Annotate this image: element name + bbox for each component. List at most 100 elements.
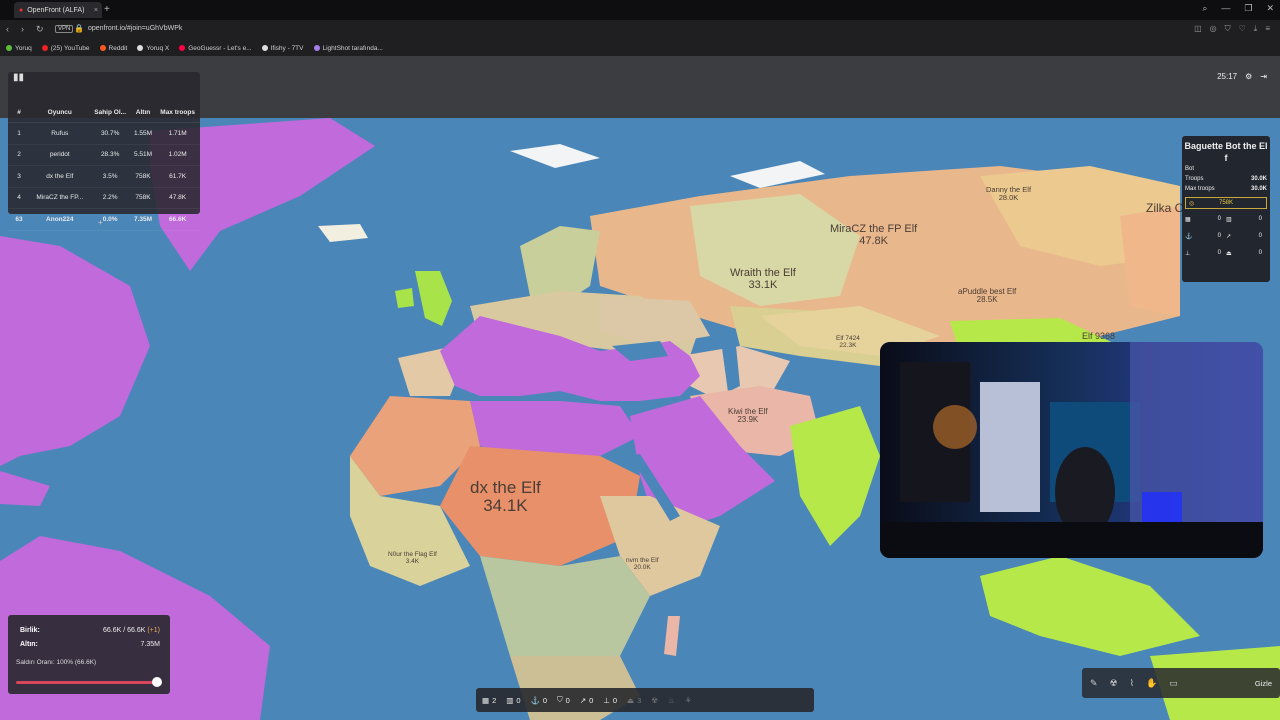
attack-ratio-handle[interactable] xyxy=(152,677,162,687)
webcam-image xyxy=(880,342,1263,558)
gear-icon[interactable]: ⚙ xyxy=(1245,72,1252,81)
download-icon[interactable]: ⤓ xyxy=(1254,24,1258,34)
leaderboard-table: # Oyuncu Sahip Ol... Altın Max troops 1 … xyxy=(8,102,200,231)
leaderboard-row[interactable]: 2 peridot 28.3% 5.51M 1.02M xyxy=(8,144,200,166)
bookmark-item[interactable]: (25) YouTube xyxy=(41,44,90,52)
player-cell: peridot xyxy=(30,144,90,166)
bookmark-item[interactable]: Yoruq xyxy=(6,45,32,52)
build-sam-button[interactable]: ⊥ 0 xyxy=(603,696,617,705)
vpn-badge[interactable]: VPN xyxy=(55,25,74,33)
gold-cell: 7.35M xyxy=(130,208,156,231)
owned-cell: 30.7% xyxy=(89,122,131,145)
anchor-icon: ⚓ xyxy=(530,695,540,705)
menu-icon[interactable]: ≡ xyxy=(1265,24,1270,34)
address-bar: ‹ › ↻ VPN 🔒 openfront.io/#join=uGhVbWPk … xyxy=(0,20,1280,40)
browser-tab-bar: ● OpenFront (ALFA) × + ⌕ — ❐ ✕ xyxy=(0,0,1280,20)
pencil-icon[interactable]: ✎ xyxy=(1090,678,1098,689)
hydrogen-bomb-button[interactable]: ♨ xyxy=(668,696,675,705)
bookmark-item[interactable]: Yoruq X xyxy=(137,45,169,52)
reload-icon[interactable]: ↻ xyxy=(36,24,44,35)
troops-row: Troops 30.0K xyxy=(1182,174,1270,184)
leaderboard-expand-button[interactable]: + xyxy=(98,218,103,227)
lock-icon[interactable]: 🔒 xyxy=(74,24,84,33)
gold-cell: 758K xyxy=(130,187,156,209)
bookmark-item[interactable]: GeoGuessr - Let's e... xyxy=(179,45,252,52)
browser-tab[interactable]: ● OpenFront (ALFA) × xyxy=(14,2,102,18)
ireland xyxy=(395,288,414,308)
bookmark-icon[interactable]: ♡ xyxy=(1239,24,1246,34)
exit-icon[interactable]: ⇥ xyxy=(1260,72,1267,81)
maximize-icon[interactable]: ❐ xyxy=(1244,3,1252,14)
troops-gain: (+1) xyxy=(147,626,160,634)
map-label: nvm the Elf 20.0K xyxy=(626,557,659,572)
build-missile-silo-button[interactable]: ↗ 0 xyxy=(580,696,593,705)
rank-cell: 4 xyxy=(8,187,30,209)
warship-icon: ⏏ xyxy=(1226,251,1232,258)
extension-icon[interactable]: ◫ xyxy=(1194,24,1202,34)
bookmark-label: (25) YouTube xyxy=(50,44,90,52)
bookmark-item[interactable]: LightShot tarafında... xyxy=(313,45,383,52)
tools-panel: ✎ ☢ ⌇ ✋ ▭ Gizle xyxy=(1082,668,1280,698)
forward-icon[interactable]: › xyxy=(21,24,24,35)
minimize-icon[interactable]: — xyxy=(1221,3,1230,14)
leaderboard-row[interactable]: 4 MiraCZ the FP... 2.2% 758K 47.8K xyxy=(8,187,200,209)
search-icon[interactable]: ⌕ xyxy=(1202,3,1207,14)
troops-label: Birlik: xyxy=(20,626,40,634)
url-field[interactable]: openfront.io/#join=uGhVbWPk xyxy=(88,25,182,32)
header-owned[interactable]: Sahip Ol... xyxy=(89,102,131,123)
rank-cell: 63 xyxy=(8,208,30,231)
owned-cell: 28.3% xyxy=(89,144,131,166)
header-player[interactable]: Oyuncu xyxy=(30,102,90,123)
header-troops[interactable]: Max troops xyxy=(155,102,200,123)
chat-icon[interactable]: ▭ xyxy=(1169,678,1178,689)
game-viewport[interactable]: dx the Elf 34.1K MiraCZ the FP Elf 47.8K… xyxy=(0,56,1280,720)
brush-icon[interactable]: ⌇ xyxy=(1130,678,1134,689)
north-america-territory xyxy=(0,236,150,466)
top-right-controls: 25:17 ⚙ ⇥ xyxy=(1217,72,1267,81)
build-warship-button[interactable]: ⏏ 3 xyxy=(627,696,641,705)
leaderboard-row[interactable]: 1 Rufus 30.7% 1.55M 1.71M xyxy=(8,122,200,145)
mirv-button[interactable]: ⚘ xyxy=(685,696,692,705)
player-type-row: Bot xyxy=(1182,164,1270,174)
radiation-icon[interactable]: ☢ xyxy=(1110,678,1118,689)
player-cell: Anon224 xyxy=(30,208,90,231)
bookmark-item[interactable]: Reddit xyxy=(99,45,127,52)
factory-count: 0 xyxy=(516,695,521,705)
build-factory-button[interactable]: ▥ 0 xyxy=(506,696,520,705)
build-defense-button[interactable]: ⛉ 0 xyxy=(557,695,570,705)
map-label-troops: 23.9K xyxy=(737,415,759,425)
map-label-troops: 33.1K xyxy=(748,278,778,291)
missile-count: 0 xyxy=(1258,233,1262,240)
bookmark-favicon-icon xyxy=(313,45,320,51)
header-rank[interactable]: # xyxy=(8,102,30,123)
build-city-button[interactable]: ▦ 2 xyxy=(482,696,496,705)
atom-bomb-button[interactable]: ☢ xyxy=(651,696,658,705)
tab-close-icon[interactable]: × xyxy=(94,7,98,14)
back-icon[interactable]: ‹ xyxy=(6,24,9,35)
missile-icon: ↗ xyxy=(1226,234,1232,241)
new-tab-button[interactable]: + xyxy=(104,4,110,15)
mirv-icon: ⚘ xyxy=(684,695,692,705)
map-label: aPuddle best Elf 28.5K xyxy=(958,287,1016,305)
handshake-icon[interactable]: ✋ xyxy=(1146,678,1157,689)
player-info-panel: Baguette Bot the El f Bot Troops 30.0K Ma… xyxy=(1182,136,1270,282)
leaderboard-row[interactable]: 3 dx the Elf 3.5% 758K 61.7K xyxy=(8,165,200,188)
warship-count: 3 xyxy=(637,695,642,705)
camera-icon[interactable]: ◎ xyxy=(1210,24,1217,34)
shield-icon[interactable]: ⛉ xyxy=(1225,24,1231,34)
build-port-button[interactable]: ⚓ 0 xyxy=(531,696,548,705)
leaderboard-row-self[interactable]: 63 Anon224 0.0% 7.35M 66.6K xyxy=(8,208,200,231)
attack-ratio-slider[interactable] xyxy=(16,681,156,684)
hide-button[interactable]: Gizle xyxy=(1255,679,1272,688)
bookmark-label: Yoruq xyxy=(15,44,32,52)
owned-cell: 0.0% xyxy=(89,208,131,231)
map-label-troops: 34.1K xyxy=(483,495,528,515)
max-troops-value: 30.0K xyxy=(1250,186,1267,193)
map-label: Elf 7424 22.3K xyxy=(836,335,860,350)
gold-badge: ◎ 758K xyxy=(1185,197,1267,210)
bar-chart-icon[interactable]: ▮▮ xyxy=(13,72,24,83)
bookmark-item[interactable]: Ifishy - 7TV xyxy=(261,45,304,52)
close-window-icon[interactable]: ✕ xyxy=(1266,3,1274,14)
max-troops-label: Max troops xyxy=(1185,186,1215,193)
header-gold[interactable]: Altın xyxy=(130,102,156,123)
